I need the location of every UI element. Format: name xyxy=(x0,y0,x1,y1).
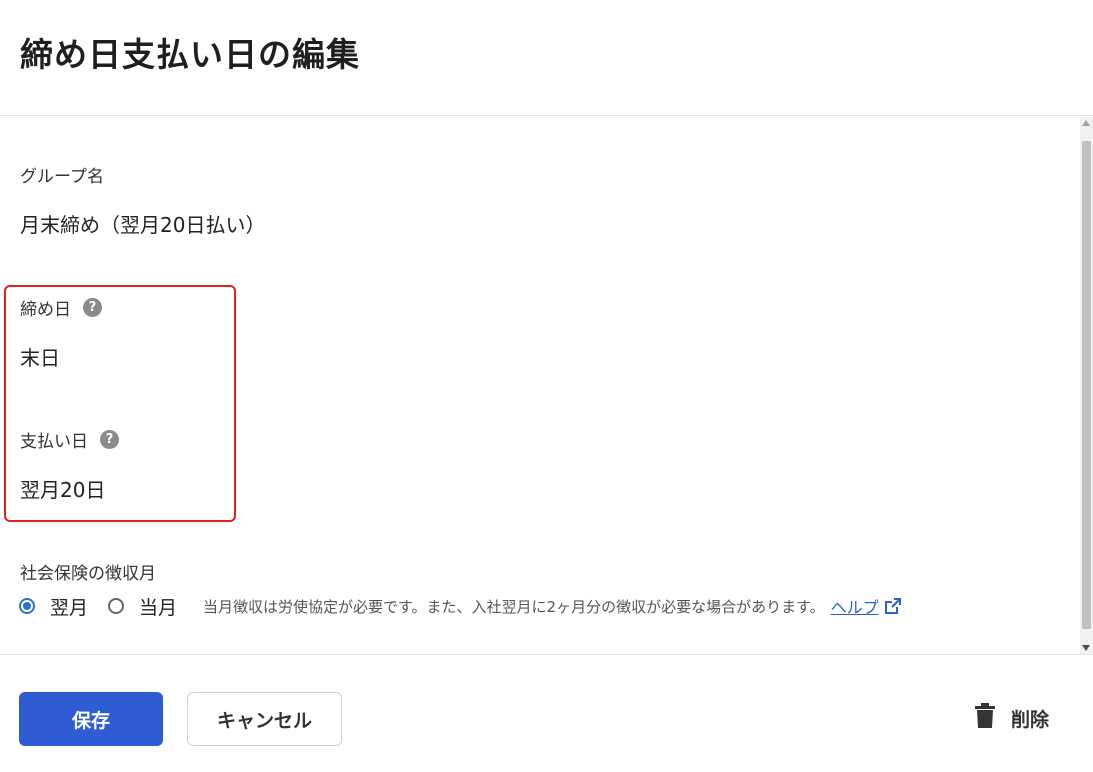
cancel-button[interactable]: キャンセル xyxy=(187,692,342,746)
group-name-value: 月末締め（翌月20日払い） xyxy=(20,213,266,237)
scroll-thumb[interactable] xyxy=(1082,141,1091,629)
closing-day-label: 締め日 ? xyxy=(20,295,102,320)
delete-button[interactable]: 削除 xyxy=(974,703,1049,733)
scroll-up-arrow-icon[interactable] xyxy=(1082,120,1090,126)
form-content: グループ名 月末締め（翌月20日払い） 締め日 ? 末日 支払い日 ? 翌月20… xyxy=(0,117,1080,654)
scrollbar[interactable] xyxy=(1080,117,1093,654)
payment-day-label-text: 支払い日 xyxy=(20,432,88,452)
delete-label: 削除 xyxy=(1011,708,1050,731)
closing-day-label-text: 締め日 xyxy=(20,300,71,320)
payment-day-value: 翌月20日 xyxy=(20,478,106,502)
question-icon[interactable]: ? xyxy=(100,430,119,449)
radio-option-current-month[interactable]: 当月 xyxy=(108,593,177,620)
radio-option-next-month[interactable]: 翌月 xyxy=(19,593,88,620)
radio-label-next-month: 翌月 xyxy=(50,596,89,619)
help-link-text[interactable]: ヘルプ xyxy=(831,594,879,618)
insurance-month-label: 社会保険の徴収月 xyxy=(20,564,156,584)
radio-unchecked-icon[interactable] xyxy=(108,598,125,614)
trash-icon[interactable] xyxy=(974,703,996,733)
external-link-icon[interactable] xyxy=(883,596,903,616)
question-icon[interactable]: ? xyxy=(83,298,102,317)
page-title: 締め日支払い日の編集 xyxy=(20,35,360,74)
save-button[interactable]: 保存 xyxy=(19,692,163,746)
group-name-label: グループ名 xyxy=(20,167,104,187)
insurance-note: 当月徴収は労使協定が必要です。また、入社翌月に2ヶ月分の徴収が必要な場合がありま… xyxy=(203,597,825,616)
closing-day-value: 末日 xyxy=(20,346,60,370)
dialog-header: 締め日支払い日の編集 xyxy=(0,0,1093,116)
radio-label-current-month: 当月 xyxy=(139,596,178,619)
payment-day-label: 支払い日 ? xyxy=(20,427,119,452)
scroll-down-arrow-icon[interactable] xyxy=(1082,645,1090,651)
insurance-month-radio-group: 翌月 当月 当月徴収は労使協定が必要です。また、入社翌月に2ヶ月分の徴収が必要な… xyxy=(19,591,903,621)
radio-checked-icon[interactable] xyxy=(19,598,35,614)
dialog-footer: 保存 キャンセル 削除 xyxy=(0,654,1093,772)
help-link[interactable]: ヘルプ xyxy=(831,594,903,618)
